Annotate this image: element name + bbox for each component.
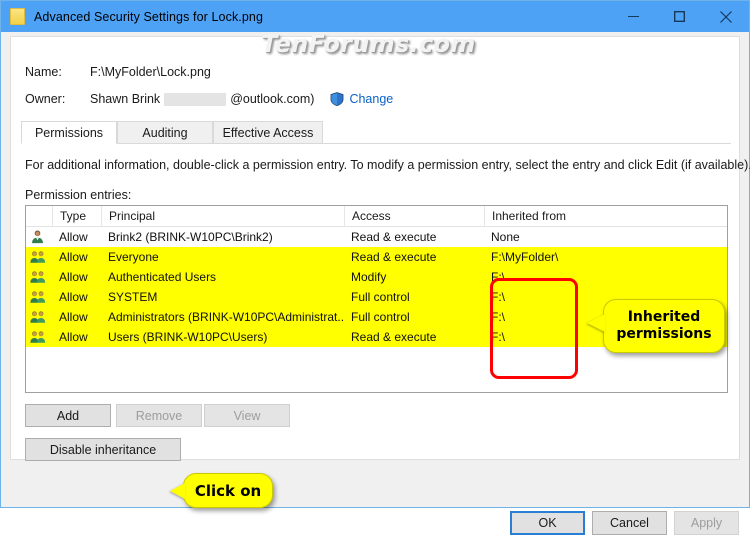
cell-access: Read & execute [351, 250, 437, 264]
cell-principal: Users (BRINK-W10PC\Users) [108, 330, 268, 344]
cancel-button-label: Cancel [610, 516, 649, 530]
instruction-text: For additional information, double-click… [25, 158, 750, 172]
callout-tail [170, 483, 185, 499]
table-row[interactable]: Allow Authenticated Users Modify F:\ [26, 267, 727, 287]
owner-domain: @outlook.com) [230, 92, 315, 106]
cell-inherited-from: F:\MyFolder\ [491, 250, 559, 264]
maximize-button[interactable] [657, 1, 702, 32]
column-header-access[interactable]: Access [344, 206, 484, 226]
cell-inherited-from: F:\ [491, 270, 505, 284]
owner-redaction-block [164, 92, 227, 106]
apply-button: Apply [674, 511, 739, 535]
tab-effective-access-label: Effective Access [222, 125, 314, 140]
cell-principal: Everyone [108, 250, 159, 264]
cell-access: Full control [351, 290, 410, 304]
window-title: Advanced Security Settings for Lock.png [34, 9, 264, 24]
cell-principal: Authenticated Users [108, 270, 217, 284]
group-icon [26, 267, 52, 287]
minimize-button[interactable] [611, 1, 656, 32]
close-icon [719, 10, 732, 23]
cancel-button[interactable]: Cancel [592, 511, 667, 535]
owner-name: Shawn Brink [90, 92, 161, 106]
close-button[interactable] [703, 1, 748, 32]
cell-access: Modify [351, 270, 387, 284]
tab-auditing[interactable]: Auditing [117, 121, 213, 144]
callout-tail [587, 314, 605, 332]
content-panel: Name: F:\MyFolder\Lock.png Owner: Shawn … [10, 36, 750, 508]
permission-entries-label: Permission entries: [25, 188, 132, 202]
user-icon [26, 227, 52, 247]
column-header-principal[interactable]: Principal [101, 206, 344, 226]
tab-strip-divider [21, 143, 731, 144]
ok-button-label: OK [538, 516, 557, 530]
add-button[interactable]: Add [25, 404, 111, 427]
cell-type: Allow [59, 330, 88, 344]
list-header-row: Type Principal Access Inherited from [26, 206, 727, 227]
cell-access: Read & execute [351, 230, 437, 244]
view-button: View [204, 404, 290, 427]
name-value: F:\MyFolder\Lock.png [90, 65, 211, 79]
tab-strip: Permissions Auditing Effective Access [21, 121, 731, 144]
cell-access: Read & execute [351, 330, 437, 344]
name-label: Name: [25, 65, 62, 79]
cell-type: Allow [59, 290, 88, 304]
tab-permissions-label: Permissions [34, 125, 104, 140]
column-header-inherited-from[interactable]: Inherited from [484, 206, 727, 226]
callout-click-on-label: Click on [194, 481, 262, 500]
advanced-security-settings-dialog: Advanced Security Settings for Lock.png … [0, 0, 750, 535]
cell-type: Allow [59, 250, 88, 264]
cell-type: Allow [59, 270, 88, 284]
disable-inheritance-button[interactable]: Disable inheritance [25, 438, 181, 461]
view-button-label: View [233, 408, 261, 423]
group-icon [26, 327, 52, 347]
add-button-label: Add [56, 408, 80, 423]
cell-type: Allow [59, 230, 88, 244]
cell-inherited-from: None [491, 230, 520, 244]
dialog-client-area: Name: F:\MyFolder\Lock.png Owner: Shawn … [1, 32, 750, 535]
table-row[interactable]: Allow Everyone Read & execute F:\MyFolder\ [26, 247, 727, 267]
tab-auditing-label: Auditing [142, 125, 188, 140]
tab-permissions[interactable]: Permissions [21, 121, 117, 144]
column-header-type[interactable]: Type [52, 206, 101, 226]
change-owner-link[interactable]: Change [349, 92, 393, 106]
remove-button-label: Remove [135, 408, 183, 423]
remove-button: Remove [116, 404, 202, 427]
callout-click-on: Click on [170, 473, 273, 508]
owner-label: Owner: [25, 92, 66, 106]
title-bar[interactable]: Advanced Security Settings for Lock.png [1, 1, 749, 32]
column-header-icon[interactable] [26, 206, 52, 226]
cell-type: Allow [59, 310, 88, 324]
group-icon [26, 307, 52, 327]
cell-principal: Administrators (BRINK-W10PC\Administrat.… [108, 310, 344, 324]
cell-principal: Brink2 (BRINK-W10PC\Brink2) [108, 230, 273, 244]
owner-row: Shawn Brink @outlook.com) Change [90, 92, 393, 106]
uac-shield-icon [330, 92, 344, 106]
apply-button-label: Apply [690, 516, 723, 530]
disable-inheritance-button-label: Disable inheritance [49, 442, 157, 457]
tab-effective-access[interactable]: Effective Access [213, 121, 323, 144]
callout-inherited-permissions: Inherited permissions [587, 299, 725, 353]
minimize-icon [628, 16, 639, 17]
cell-access: Full control [351, 310, 410, 324]
group-icon [26, 287, 52, 307]
file-icon [10, 8, 25, 25]
cell-principal: SYSTEM [108, 290, 158, 304]
callout-inherited-permissions-label: Inherited permissions [616, 309, 712, 342]
group-icon [26, 247, 52, 267]
table-row[interactable]: Allow Brink2 (BRINK-W10PC\Brink2) Read & e… [26, 227, 727, 247]
ok-button[interactable]: OK [510, 511, 585, 535]
maximize-icon [674, 11, 685, 22]
